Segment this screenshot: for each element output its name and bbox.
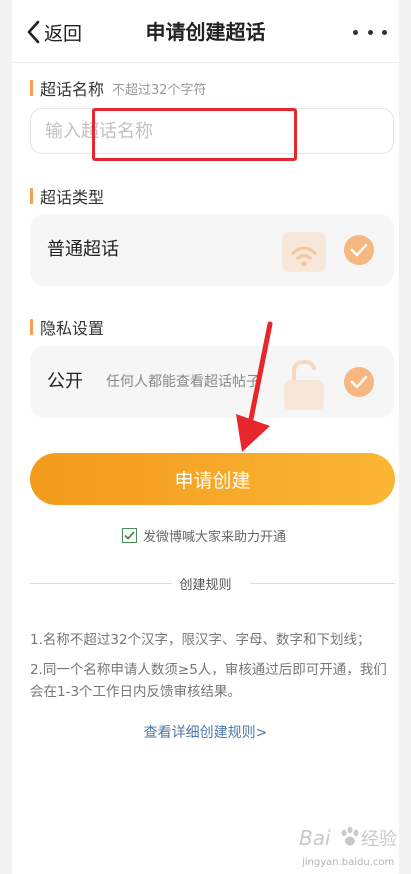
rule-item: 1.名称不超过32个汉字，限汉字、字母、数字和下划线； xyxy=(30,632,371,648)
name-section-hint: 不超过32个字符 xyxy=(112,82,207,98)
header-divider xyxy=(12,62,399,63)
annotation-arrow-icon xyxy=(236,321,273,452)
privacy-selected-check-icon xyxy=(344,367,374,397)
more-menu-icon[interactable] xyxy=(353,22,387,42)
type-selected-check-icon xyxy=(344,235,374,265)
nav-header: 返回 申请创建超话 xyxy=(12,0,399,62)
type-section-label: 超话类型 xyxy=(40,188,105,207)
svg-text:经验: 经验 xyxy=(361,829,397,850)
page-title: 申请创建超话 xyxy=(145,20,266,44)
unlock-decoration-icon xyxy=(284,359,324,410)
name-section-header: 超话名称 不超过32个字符 xyxy=(30,76,207,100)
topic-wifi-decoration-icon xyxy=(282,232,326,272)
share-weibo-checkbox[interactable]: 发微博喊大家来助力开通 xyxy=(122,526,286,545)
checkbox-icon[interactable] xyxy=(122,528,137,543)
type-section-header: 超话类型 xyxy=(30,184,104,208)
section-marker xyxy=(30,319,33,335)
baidu-jingyan-watermark: Bai 经验 jingyan.baidu.com xyxy=(297,819,407,869)
topic-type-option-label: 普通超话 xyxy=(47,239,119,260)
section-marker xyxy=(30,188,33,204)
detailed-rules-link[interactable]: 查看详细创建规则> xyxy=(12,722,399,742)
share-weibo-label: 发微博喊大家来助力开通 xyxy=(143,530,287,545)
baidu-logo-icon: Bai 经验 xyxy=(299,826,397,850)
privacy-option-label: 公开 xyxy=(47,371,83,392)
watermark-site: jingyan.baidu.com xyxy=(302,857,395,868)
svg-text:Bai: Bai xyxy=(299,826,331,850)
submit-create-button[interactable]: 申请创建 xyxy=(30,453,395,505)
rule-item: 2.同一个名称申请人数须≥5人，审核通过后即可开通，我们会在1-3个工作日内反馈… xyxy=(30,662,387,700)
section-marker xyxy=(30,80,33,96)
highlight-box xyxy=(92,108,297,161)
name-section-label: 超话名称 xyxy=(40,80,105,99)
privacy-section-label: 隐私设置 xyxy=(40,319,105,338)
create-topic-page: 返回 申请创建超话 超话名称 不超过32个字符 超话类型 普通超话 隐私设置 xyxy=(12,0,399,874)
rules-divider-right xyxy=(250,583,395,584)
privacy-option-public[interactable]: 公开 任何人都能查看超话帖子 xyxy=(30,346,394,418)
privacy-section-header: 隐私设置 xyxy=(30,315,104,339)
topic-type-option-normal[interactable]: 普通超话 xyxy=(30,214,394,286)
